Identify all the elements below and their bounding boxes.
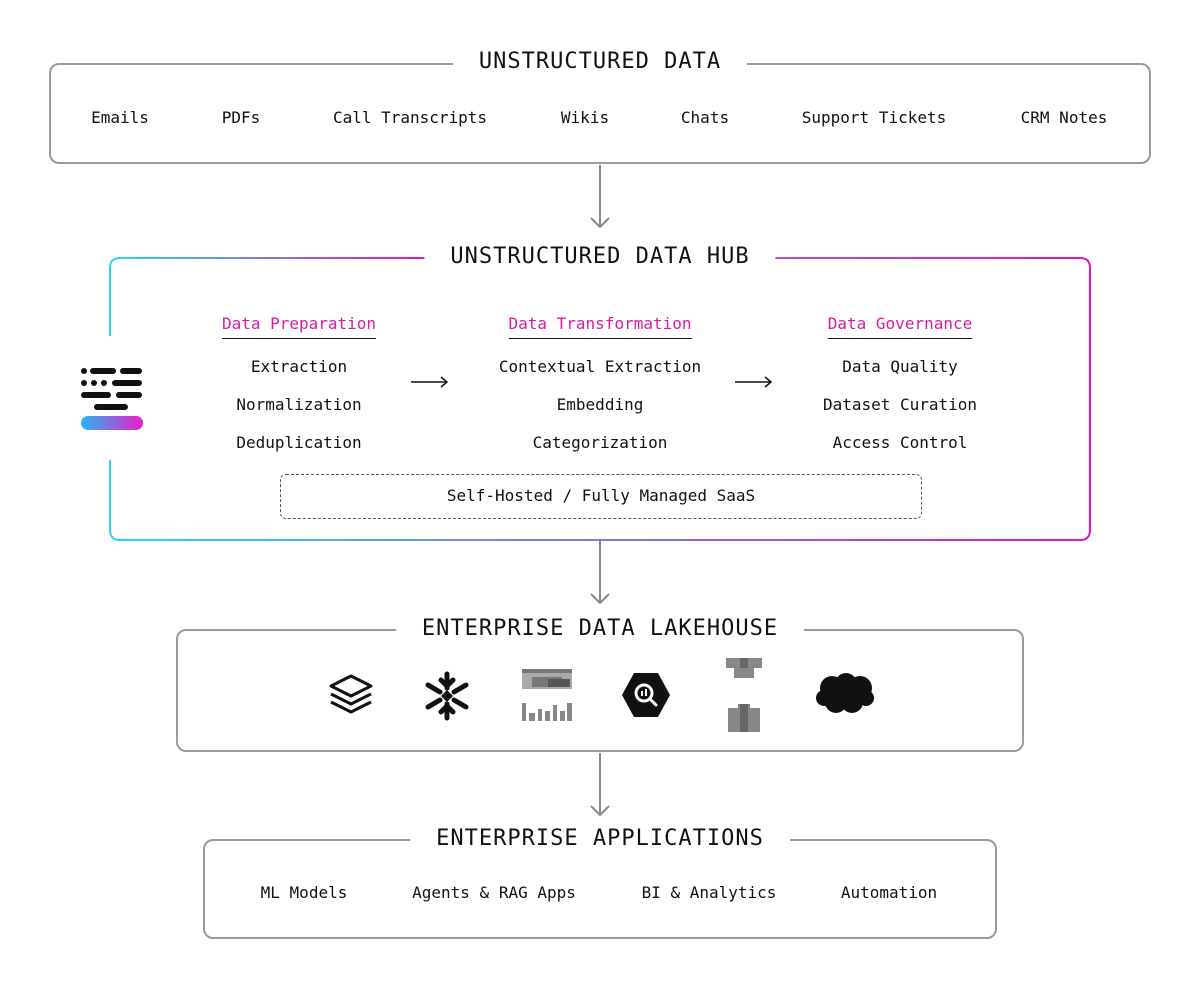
app-item-automation: Automation <box>840 883 938 902</box>
lakehouse-panel <box>176 629 1024 752</box>
app-item-agents-rag: Agents & RAG Apps <box>412 883 576 902</box>
hub-step-embedding: Embedding <box>556 395 644 414</box>
hub-step-access-control: Access Control <box>832 433 968 452</box>
bigquery-logo-icon <box>622 673 670 717</box>
hub-step-contextual-extraction: Contextual Extraction <box>498 357 702 376</box>
hub-step-categorization: Categorization <box>532 433 668 452</box>
amazon-s3-logo-icon <box>522 669 572 721</box>
snowflake-logo-icon <box>425 671 469 721</box>
deployment-options: Self-Hosted / Fully Managed SaaS <box>280 474 922 519</box>
arrow-right-icon <box>735 376 773 388</box>
hub-column-data-transformation: Data Transformation Contextual Extractio… <box>499 314 701 453</box>
hub-step-data-quality: Data Quality <box>842 357 958 376</box>
hub-step-normalization: Normalization <box>236 395 362 414</box>
hub-column-title: Data Transformation <box>508 314 692 339</box>
hub-column-title: Data Governance <box>827 314 973 339</box>
amazon-redshift-logo-icon <box>726 658 762 732</box>
salesforce-logo-icon <box>816 673 874 713</box>
databricks-logo-icon <box>329 674 373 714</box>
hub-step-dataset-curation: Dataset Curation <box>822 395 978 414</box>
flow-arrow-down-icon <box>590 753 610 817</box>
hub-step-deduplication: Deduplication <box>236 433 362 452</box>
hub-step-extraction: Extraction <box>250 357 348 376</box>
lakehouse-title: ENTERPRISE DATA LAKEHOUSE <box>395 614 805 644</box>
applications-title: ENTERPRISE APPLICATIONS <box>410 824 790 854</box>
app-item-ml-models: ML Models <box>260 883 348 902</box>
hub-column-data-preparation: Data Preparation Extraction Normalizatio… <box>221 314 377 453</box>
flow-arrow-down-icon <box>590 541 610 605</box>
arrow-right-icon <box>411 376 449 388</box>
hub-column-title: Data Preparation <box>221 314 377 339</box>
data-hub-logo-icon <box>81 368 143 430</box>
hub-column-data-governance: Data Governance Data Quality Dataset Cur… <box>823 314 977 453</box>
app-item-bi-analytics: BI & Analytics <box>641 883 777 902</box>
data-hub-title: UNSTRUCTURED DATA HUB <box>424 242 776 272</box>
